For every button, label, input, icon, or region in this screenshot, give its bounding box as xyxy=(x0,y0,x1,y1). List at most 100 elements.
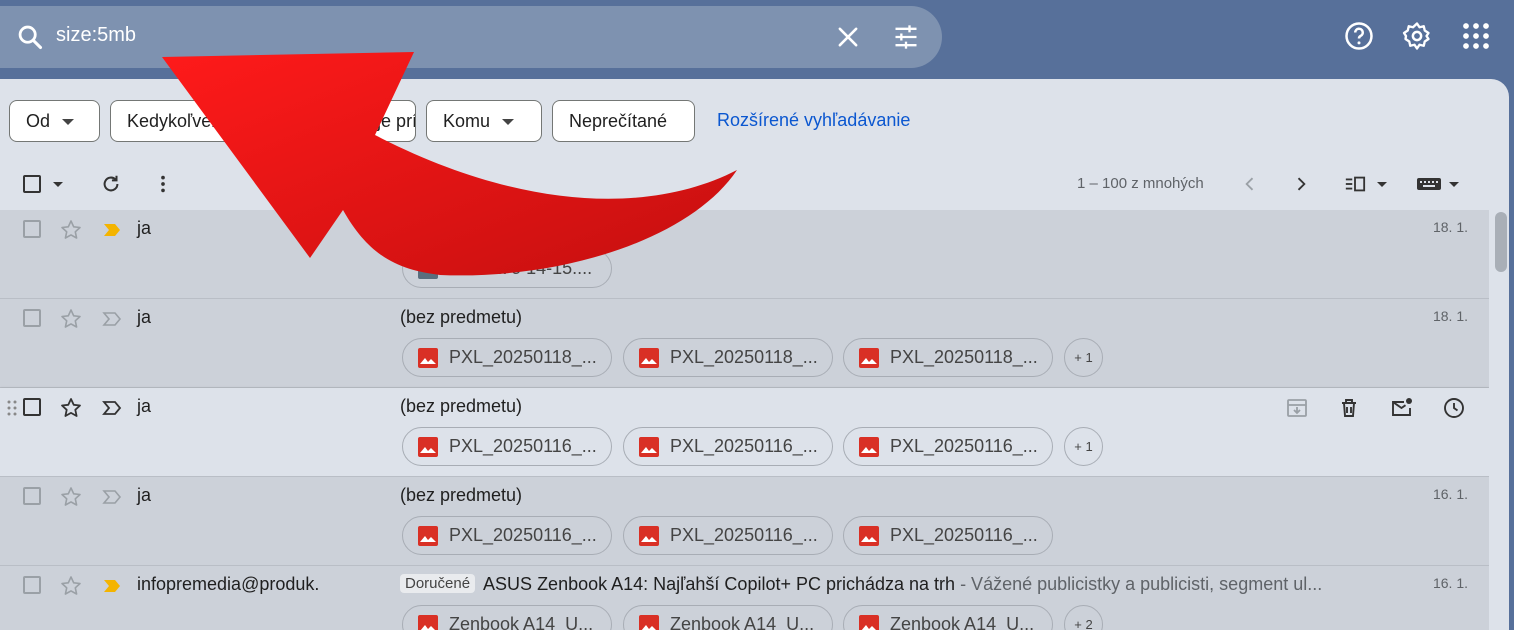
image-file-icon xyxy=(639,615,659,630)
attachment-chip[interactable]: Zenbook A14_U... xyxy=(843,605,1053,630)
pagination-text: 1 – 100 z mnohých xyxy=(1077,175,1204,192)
archive-icon[interactable] xyxy=(1285,396,1309,420)
filter-from-label: Od xyxy=(26,111,51,131)
more-attachments-chip[interactable]: + 1 xyxy=(1064,338,1103,377)
sender-name: ja xyxy=(137,307,152,327)
attachment-chip[interactable]: PXL_20250116_... xyxy=(623,516,833,555)
important-marker-icon[interactable] xyxy=(100,307,124,331)
important-marker-icon[interactable] xyxy=(100,574,124,598)
date-text: 16. 1. xyxy=(1432,486,1468,502)
drag-handle-icon[interactable] xyxy=(6,398,18,418)
select-all-checkbox[interactable] xyxy=(23,175,41,193)
attachment-chip[interactable]: PXL_20250118_... xyxy=(402,338,612,377)
more-vert-icon[interactable] xyxy=(152,173,174,195)
image-file-icon xyxy=(418,526,438,546)
sender-name: ja xyxy=(137,396,152,416)
filter-from-chip[interactable]: Od xyxy=(9,100,100,142)
attachment-chip[interactable]: PXL_20250116_... xyxy=(402,516,612,555)
attachment-name: Zenbook A14_U... xyxy=(890,614,1035,630)
image-file-icon xyxy=(418,437,438,457)
star-icon[interactable] xyxy=(59,396,83,420)
attachment-chip[interactable]: Zenbook A14_U... xyxy=(402,605,612,630)
table-row[interactable]: infopremedia@produk. Doručené ASUS Zenboo… xyxy=(0,566,1489,630)
trash-icon[interactable] xyxy=(1337,396,1361,420)
mark-unread-icon[interactable] xyxy=(1390,396,1414,420)
filter-time-label: Kedykoľvek xyxy=(127,111,221,131)
scrollbar-thumb[interactable] xyxy=(1495,212,1507,272)
attachment-name: PXL_20250116_... xyxy=(890,436,1038,456)
star-icon[interactable] xyxy=(59,574,83,598)
row-checkbox[interactable] xyxy=(23,487,41,505)
date-text: 18. 1. xyxy=(1432,219,1468,235)
row-checkbox[interactable] xyxy=(23,398,41,416)
attachment-name: Sobota o 14-15.... xyxy=(449,258,593,278)
star-icon[interactable] xyxy=(59,218,83,242)
attachment-chip[interactable]: PXL_20250116_... xyxy=(402,427,612,466)
chevron-right-icon[interactable] xyxy=(1291,174,1311,194)
filter-unread-chip[interactable]: Neprečítané xyxy=(552,100,695,142)
image-file-icon xyxy=(639,526,659,546)
filter-attachment-chip[interactable]: Obsahuje prílohu xyxy=(300,100,416,142)
attachment-chip[interactable]: PXL_20250118_... xyxy=(623,338,833,377)
attachment-name: PXL_20250118_... xyxy=(670,347,818,367)
split-dropdown-icon[interactable] xyxy=(1377,182,1387,187)
select-dropdown-icon[interactable] xyxy=(53,182,63,187)
table-row[interactable]: ja (bez predmetu) 16. 1. PXL_20250116_..… xyxy=(0,477,1489,566)
table-row[interactable]: ja 18. 1. Sobota o 14-15.... xyxy=(0,210,1489,299)
advanced-search-link[interactable]: Rozšírené vyhľadávanie xyxy=(717,110,910,131)
input-dropdown-icon[interactable] xyxy=(1449,182,1459,187)
date-text: 18. 1. xyxy=(1432,308,1468,324)
filter-to-chip[interactable]: Komu xyxy=(426,100,542,142)
row-checkbox[interactable] xyxy=(23,309,41,327)
tune-icon[interactable] xyxy=(892,23,920,51)
attachment-chip[interactable]: Sobota o 14-15.... xyxy=(402,249,612,288)
subject-text: (bez predmetu) xyxy=(400,307,523,327)
image-file-icon xyxy=(859,615,879,630)
important-marker-icon[interactable] xyxy=(100,485,124,509)
more-attachments-chip[interactable]: + 2 xyxy=(1064,605,1103,630)
mail-panel: Od Kedykoľvek Obsahuje prílohu Komu Nepr… xyxy=(0,79,1509,630)
attachment-chip[interactable]: PXL_20250116_... xyxy=(843,516,1053,555)
important-marker-icon[interactable] xyxy=(100,218,124,242)
filter-unread-label: Neprečítané xyxy=(569,111,668,131)
star-icon[interactable] xyxy=(59,307,83,331)
attachment-chip[interactable]: PXL_20250116_... xyxy=(623,427,833,466)
help-icon[interactable] xyxy=(1344,21,1374,51)
row-checkbox[interactable] xyxy=(23,576,41,594)
attachment-name: PXL_20250118_... xyxy=(890,347,1038,367)
image-file-icon xyxy=(859,437,879,457)
gear-icon[interactable] xyxy=(1402,21,1432,51)
attachment-name: PXL_20250118_... xyxy=(449,347,597,367)
refresh-icon[interactable] xyxy=(100,173,122,195)
table-row[interactable]: ja (bez predmetu) PXL_20250116_... PXL_2… xyxy=(0,388,1489,477)
attachment-name: PXL_20250116_... xyxy=(890,525,1038,545)
subject-text: ASUS Zenbook A14: Najľahší Copilot+ PC p… xyxy=(483,574,956,594)
split-pane-icon[interactable] xyxy=(1344,174,1366,194)
image-file-icon xyxy=(418,615,438,630)
snippet-text: - Vážené publicistky a publicisti, segme… xyxy=(955,574,1323,594)
table-row[interactable]: ja (bez predmetu) 18. 1. PXL_20250118_..… xyxy=(0,299,1489,388)
important-marker-icon[interactable] xyxy=(100,396,124,420)
row-checkbox[interactable] xyxy=(23,220,41,238)
apps-grid-icon[interactable] xyxy=(1461,21,1491,51)
message-list: ja 18. 1. Sobota o 14-15.... ja (bez pre… xyxy=(0,210,1489,630)
snooze-clock-icon[interactable] xyxy=(1442,396,1466,420)
search-input[interactable]: size:5mb xyxy=(56,24,136,47)
image-file-icon xyxy=(639,348,659,368)
chevron-down-icon xyxy=(502,119,515,126)
chevron-left-icon[interactable] xyxy=(1240,174,1260,194)
close-icon[interactable] xyxy=(834,23,862,51)
attachment-name: Zenbook A14_U... xyxy=(449,614,594,630)
attachment-chip[interactable]: PXL_20250118_... xyxy=(843,338,1053,377)
search-bar[interactable]: size:5mb xyxy=(0,6,942,68)
filter-to-label: Komu xyxy=(443,111,491,131)
image-file-icon xyxy=(859,348,879,368)
more-attachments-chip[interactable]: + 1 xyxy=(1064,427,1103,466)
keyboard-icon[interactable] xyxy=(1416,176,1442,192)
search-icon[interactable] xyxy=(16,23,44,51)
attachment-chip[interactable]: Zenbook A14_U... xyxy=(623,605,833,630)
attachment-chip[interactable]: PXL_20250116_... xyxy=(843,427,1053,466)
scrollbar[interactable] xyxy=(1489,210,1509,630)
inbox-label-badge[interactable]: Doručené xyxy=(400,574,476,593)
star-icon[interactable] xyxy=(59,485,83,509)
